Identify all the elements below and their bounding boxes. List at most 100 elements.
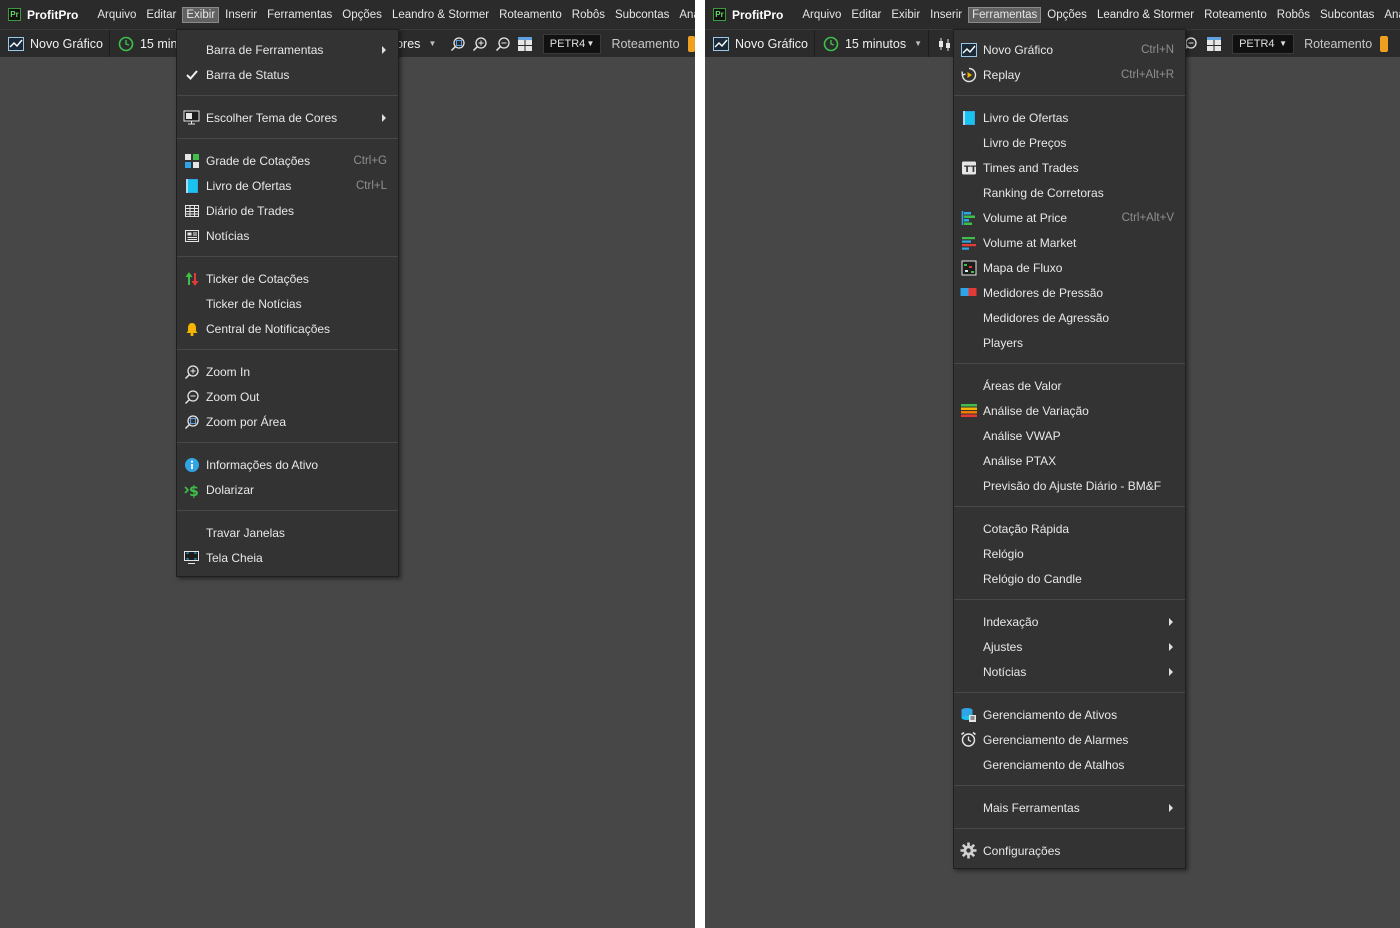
menu-item-label: Mais Ferramentas (983, 800, 1080, 815)
chevron-down-icon: ▼ (914, 39, 923, 48)
menu-inserir[interactable]: Inserir (221, 7, 261, 23)
timeframe-selector[interactable]: 15 minutos ▼ (815, 30, 930, 57)
checkmark-icon (183, 66, 200, 83)
menu-item-tela-cheia[interactable]: Tela Cheia (177, 545, 398, 570)
zoom-area-button[interactable] (448, 34, 467, 54)
menu-item-medidores-de-agressao[interactable]: Medidores de Agressão (954, 305, 1185, 330)
menu-arquivo[interactable]: Arquivo (93, 7, 140, 23)
layout-button[interactable] (1204, 34, 1224, 54)
menu-item-label: Previsão do Ajuste Diário - BM&F (983, 478, 1162, 493)
menu-item-cotacao-rapida[interactable]: Cotação Rápida (954, 516, 1185, 541)
menu-item-gerenciamento-de-atalhos[interactable]: Gerenciamento de Atalhos (954, 752, 1185, 777)
new-chart-button[interactable]: Novo Gráfico (705, 30, 815, 57)
menu-item-travar-janelas[interactable]: Travar Janelas (177, 520, 398, 545)
menu-item-configuracoes[interactable]: Configurações (954, 838, 1185, 863)
menu-item-zoom-in[interactable]: Zoom In (177, 359, 398, 384)
menu-item-ajustes[interactable]: Ajustes (954, 634, 1185, 659)
clock-icon (118, 36, 134, 51)
menu-item-medidores-de-pressao[interactable]: Medidores de Pressão (954, 280, 1185, 305)
menu-item-zoom-por-area[interactable]: Zoom por Área (177, 409, 398, 434)
menu-item-barra-de-ferramentas[interactable]: Barra de Ferramentas (177, 37, 398, 62)
menu-analises[interactable]: Análises (1380, 7, 1400, 23)
menu-item-informacoes-do-ativo[interactable]: Informações do Ativo (177, 452, 398, 477)
menu-item-mapa-de-fluxo[interactable]: Mapa de Fluxo (954, 255, 1185, 280)
menu-item-label: Notícias (983, 664, 1027, 679)
menu-item-livro-de-ofertas[interactable]: Livro de Ofertas Ctrl+L (177, 173, 398, 198)
menu-item-times-and-trades[interactable]: TT Times and Trades (954, 155, 1185, 180)
menu-subcontas[interactable]: Subcontas (611, 7, 673, 23)
menu-analises[interactable]: Análises (675, 7, 695, 23)
routing-label[interactable]: Roteamento (611, 37, 679, 51)
alert-icon[interactable] (687, 35, 695, 52)
zoom-out-button[interactable] (494, 34, 513, 54)
menu-item-livro-de-precos[interactable]: Livro de Preços (954, 130, 1185, 155)
app-name: ProfitPro (732, 7, 784, 22)
menu-item-relogio[interactable]: Relógio (954, 541, 1185, 566)
menu-item-noticias[interactable]: Notícias (177, 223, 398, 248)
menu-item-replay[interactable]: Replay Ctrl+Alt+R (954, 62, 1185, 87)
zoom-in-button[interactable] (471, 34, 490, 54)
menu-arquivo[interactable]: Arquivo (798, 7, 845, 23)
partial-toolbar-text: ores (396, 36, 421, 51)
menu-item-livro-de-ofertas[interactable]: Livro de Ofertas (954, 105, 1185, 130)
menu-ferramentas[interactable]: Ferramentas (968, 6, 1042, 23)
menu-ferramentas[interactable]: Ferramentas (263, 7, 336, 23)
menu-item-ticker-de-noticias[interactable]: Ticker de Notícias (177, 291, 398, 316)
menu-item-analise-vwap[interactable]: Análise VWAP (954, 423, 1185, 448)
routing-label[interactable]: Roteamento (1304, 37, 1372, 51)
replay-icon (960, 66, 977, 83)
menu-separator (954, 684, 1185, 702)
menu-item-volume-at-price[interactable]: Volume at Price Ctrl+Alt+V (954, 205, 1185, 230)
menu-opcoes[interactable]: Opções (338, 7, 386, 23)
menu-item-central-de-notificacoes[interactable]: Central de Notificações (177, 316, 398, 341)
new-chart-button[interactable]: Novo Gráfico (0, 30, 110, 57)
menu-item-indexacao[interactable]: Indexação (954, 609, 1185, 634)
menu-item-escolher-tema-de-cores[interactable]: Escolher Tema de Cores (177, 105, 398, 130)
menu-roteamento[interactable]: Roteamento (495, 7, 566, 23)
order-book-icon (960, 109, 977, 126)
alert-icon[interactable] (1380, 35, 1389, 52)
menu-item-dolarizar[interactable]: $ Dolarizar (177, 477, 398, 502)
menu-item-label: Livro de Preços (983, 135, 1067, 150)
ticker-selector[interactable]: PETR4 ▼ (1232, 33, 1295, 54)
menu-item-areas-de-valor[interactable]: Áreas de Valor (954, 373, 1185, 398)
menu-item-ranking-de-corretoras[interactable]: Ranking de Corretoras (954, 180, 1185, 205)
info-icon (183, 456, 200, 473)
menu-item-volume-at-market[interactable]: Volume at Market (954, 230, 1185, 255)
menu-item-mais-ferramentas[interactable]: Mais Ferramentas (954, 795, 1185, 820)
menu-item-diario-de-trades[interactable]: Diário de Trades (177, 198, 398, 223)
left-screenshot-pane: Pr ProfitPro Arquivo Editar Exibir Inser… (0, 0, 695, 928)
menu-exibir[interactable]: Exibir (182, 6, 220, 23)
menu-item-gerenciamento-de-ativos[interactable]: Gerenciamento de Ativos (954, 702, 1185, 727)
menu-item-grade-de-cotacoes[interactable]: Grade de Cotações Ctrl+G (177, 148, 398, 173)
menu-item-label: Novo Gráfico (983, 42, 1054, 57)
menu-item-barra-de-status[interactable]: Barra de Status (177, 62, 398, 87)
menu-editar[interactable]: Editar (142, 7, 180, 23)
menu-item-ticker-de-cotacoes[interactable]: Ticker de Cotações (177, 266, 398, 291)
menu-robos[interactable]: Robôs (568, 7, 609, 23)
ticker-selector[interactable]: PETR4 ▼ (542, 33, 602, 54)
menu-item-noticias[interactable]: Notícias (954, 659, 1185, 684)
menu-editar[interactable]: Editar (847, 7, 885, 23)
chevron-down-icon[interactable]: ▼ (428, 39, 436, 48)
menu-item-relogio-do-candle[interactable]: Relógio do Candle (954, 566, 1185, 591)
menu-item-players[interactable]: Players (954, 330, 1185, 355)
menu-separator (177, 248, 398, 266)
menu-opcoes[interactable]: Opções (1043, 7, 1091, 23)
menu-item-analise-de-variacao[interactable]: Análise de Variação (954, 398, 1185, 423)
menu-item-zoom-out[interactable]: Zoom Out (177, 384, 398, 409)
menu-roteamento[interactable]: Roteamento (1200, 7, 1271, 23)
menu-robos[interactable]: Robôs (1273, 7, 1314, 23)
menu-item-analise-ptax[interactable]: Análise PTAX (954, 448, 1185, 473)
menu-leandro-stormer[interactable]: Leandro & Stormer (1093, 7, 1198, 23)
layout-button[interactable] (516, 34, 535, 54)
menu-item-gerenciamento-de-alarmes[interactable]: Gerenciamento de Alarmes (954, 727, 1185, 752)
menu-item-novo-grafico[interactable]: Novo Gráfico Ctrl+N (954, 37, 1185, 62)
menu-leandro-stormer[interactable]: Leandro & Stormer (388, 7, 493, 23)
menu-item-label: Volume at Price (983, 210, 1068, 225)
menu-exibir[interactable]: Exibir (887, 7, 924, 23)
gear-icon (960, 842, 977, 859)
menu-inserir[interactable]: Inserir (926, 7, 966, 23)
menu-item-previsao-do-ajuste-diario-bmandf[interactable]: Previsão do Ajuste Diário - BM&F (954, 473, 1185, 498)
menu-subcontas[interactable]: Subcontas (1316, 7, 1378, 23)
